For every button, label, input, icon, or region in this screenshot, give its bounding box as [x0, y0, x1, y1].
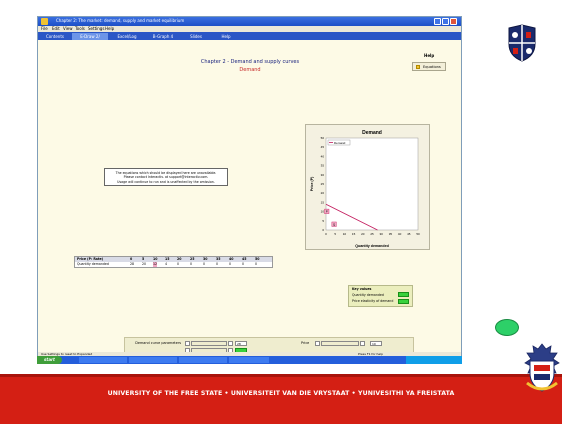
quantity-cell: 0	[242, 262, 245, 266]
x-tick-label: 20	[361, 232, 365, 236]
key-values-title: Key values	[352, 287, 372, 291]
window-title: Chapter 2: The market: demand, supply an…	[56, 18, 185, 23]
quantity-cell: 0	[255, 262, 258, 266]
maximize-button[interactable]	[442, 18, 449, 25]
y-tick-label: 20	[321, 191, 325, 195]
x-tick-label: 10	[343, 232, 347, 236]
help-label: Help	[424, 53, 435, 58]
app-icon	[41, 18, 48, 25]
x-tick-label: 40	[398, 232, 402, 236]
university-seal-icon	[523, 343, 561, 395]
tab-graph[interactable]: B-Graph 4	[146, 33, 180, 40]
tab-help[interactable]: Help	[212, 33, 240, 40]
plot-area	[325, 137, 419, 231]
taskbar: start	[37, 356, 462, 364]
chart-marker-label: P	[326, 210, 328, 214]
demand-schedule-table: Price (P: Rate) 0 5 10 15 20 25 30 35 40…	[74, 256, 273, 268]
x-tick-label: 5	[334, 232, 336, 236]
x-tick-label: 35	[389, 232, 393, 236]
start-button[interactable]: start	[37, 356, 62, 364]
key-value-elasticity-label: Price elasticity of demand	[352, 299, 394, 303]
key-value-quantity-indicator	[398, 292, 409, 297]
y-tick-label: 0	[322, 228, 324, 232]
quantity-cell: 20	[142, 262, 147, 266]
equations-icon	[416, 65, 420, 69]
demand-chart-svg: Demand 0 5 10 15 20 25 30 35 40 45 50 0 5 10 15 20 25 30 3…	[310, 130, 420, 248]
tab-excel-log[interactable]: Excel/Log	[110, 33, 144, 40]
y-tick-label: 25	[321, 182, 325, 186]
y-tick-label: 35	[321, 164, 325, 168]
tab-contents[interactable]: Contents	[40, 33, 70, 40]
x-tick-label: 0	[325, 232, 327, 236]
quantity-cell: 4	[165, 262, 168, 266]
quantity-cell: 0	[229, 262, 232, 266]
footer-text: UNIVERSITY OF THE FREE STATE • UNIVERSIT…	[107, 390, 455, 397]
system-tray	[406, 356, 462, 364]
legend-label: Demand	[334, 141, 346, 145]
x-tick-label: 30	[380, 232, 384, 236]
y-tick-label: 40	[321, 154, 325, 158]
taskbar-item[interactable]	[229, 357, 269, 363]
quantity-row-label: Quantity demanded	[77, 262, 109, 266]
price-stepper-left[interactable]	[315, 341, 320, 346]
page-subtitle: Demand	[239, 67, 261, 73]
app-window: Chapter 2: The market: demand, supply an…	[37, 16, 462, 364]
x-tick-label: 15	[352, 232, 356, 236]
taskbar-item[interactable]	[129, 357, 177, 363]
equations-unavailable-message: The equations which should be displayed …	[104, 168, 228, 186]
quantity-cell: 0	[203, 262, 206, 266]
price-control-label: Price	[301, 341, 310, 345]
quantity-cell: 28	[130, 262, 135, 266]
green-oval-icon	[495, 319, 519, 336]
price-slider[interactable]	[321, 341, 359, 346]
quantity-cell: 0	[216, 262, 219, 266]
tab-slides[interactable]: Slides	[182, 33, 210, 40]
x-axis-label: Quantity demanded	[355, 244, 389, 248]
y-axis-label: Price (P)	[310, 176, 314, 191]
equations-button[interactable]: Equations	[412, 62, 446, 71]
demand-param-stepper-right[interactable]	[228, 341, 233, 346]
university-footer: UNIVERSITY OF THE FREE STATE • UNIVERSIT…	[0, 374, 562, 424]
key-value-elasticity-indicator	[398, 299, 409, 304]
x-tick-label: 50	[416, 232, 420, 236]
demand-param-slider[interactable]	[191, 341, 227, 346]
university-crest-icon	[507, 24, 537, 62]
demand-param-stepper-left[interactable]	[185, 341, 190, 346]
price-stepper-right[interactable]	[360, 341, 365, 346]
quantity-cell: 0	[177, 262, 180, 266]
equations-label: Equations	[423, 65, 441, 69]
y-tick-label: 50	[321, 136, 325, 140]
chart-title: Demand	[362, 130, 382, 136]
key-values-panel: Key values Quantity demanded Price elast…	[348, 285, 413, 307]
taskbar-item[interactable]	[179, 357, 227, 363]
message-line-3: Usage will continue to run and is unaffe…	[117, 179, 215, 184]
taskbar-item[interactable]	[79, 357, 127, 363]
quantity-cell: 0	[190, 262, 193, 266]
y-tick-label: 10	[321, 210, 325, 214]
tab-bar: Contents E-Draw 2/ Excel/Log B-Graph 4 S…	[38, 32, 461, 40]
x-tick-label: 45	[407, 232, 411, 236]
quantity-cell: 12	[153, 262, 158, 267]
minimize-button[interactable]	[434, 18, 441, 25]
quantity-row: Quantity demanded 28 20 12 4 0 0 0 0 0 0…	[75, 262, 272, 267]
y-tick-label: 30	[321, 173, 325, 177]
tab-edraw[interactable]: E-Draw 2/	[72, 33, 108, 40]
x-tick-label: 25	[370, 232, 374, 236]
demand-param-value[interactable]: 28	[235, 341, 247, 346]
demand-chart: Demand 0 5 10 15 20 25 30 35 40 45 50 0 5 10 15 20 25 30 3…	[305, 124, 430, 250]
page-title: Chapter 2 - Demand and supply curves	[200, 59, 300, 65]
y-tick-label: 45	[321, 145, 325, 149]
key-value-quantity-label: Quantity demanded	[352, 293, 384, 297]
demand-parameters-label: Demand curve parameters	[135, 341, 181, 345]
main-content: Chapter 2 - Demand and supply curves Dem…	[38, 40, 461, 355]
footer-divider	[0, 374, 562, 377]
price-value[interactable]: 10	[370, 341, 382, 346]
window-close-icon[interactable]	[450, 18, 457, 25]
y-tick-label: 15	[321, 200, 325, 204]
y-tick-label: 5	[322, 219, 324, 223]
title-bar: Chapter 2: The market: demand, supply an…	[38, 17, 461, 26]
